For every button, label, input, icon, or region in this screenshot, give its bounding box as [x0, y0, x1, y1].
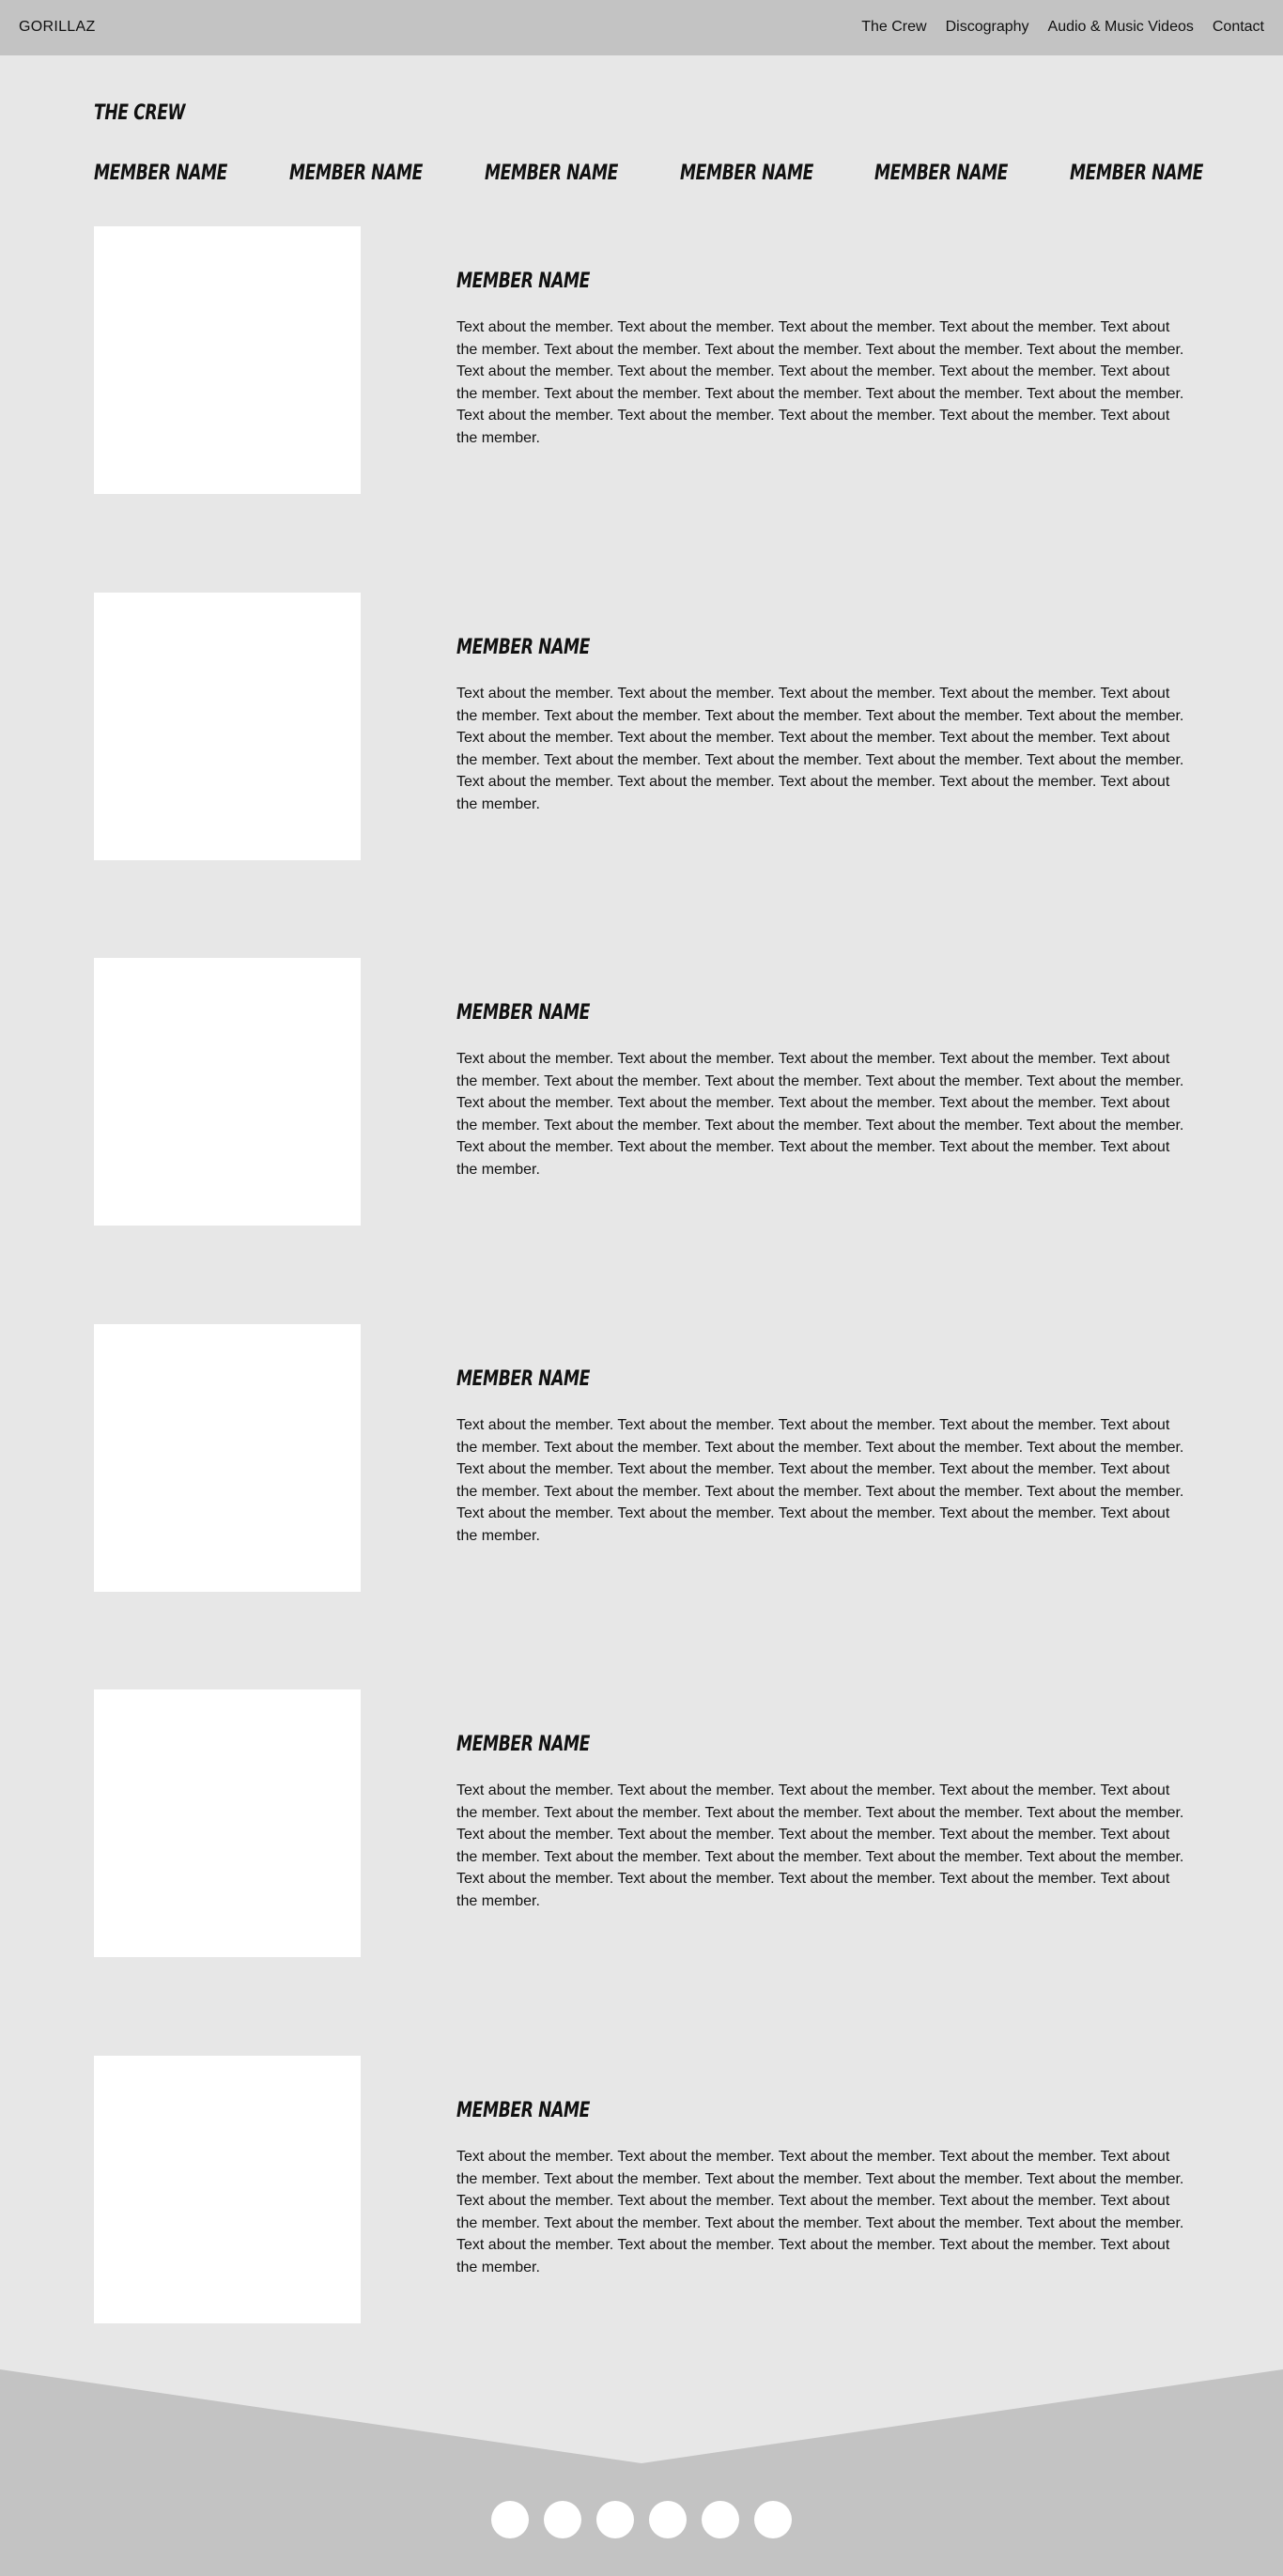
strip-member-6[interactable]: MEMBER NAME: [1070, 162, 1203, 185]
member-name: MEMBER NAME: [456, 1367, 591, 1391]
member-card: MEMBER NAME Text about the member. Text …: [94, 593, 1189, 860]
member-name: MEMBER NAME: [456, 1733, 591, 1756]
strip-member-3[interactable]: MEMBER NAME: [485, 162, 618, 185]
strip-member-2[interactable]: MEMBER NAME: [289, 162, 423, 185]
member-photo-placeholder: [94, 226, 361, 494]
member-photo-placeholder: [94, 1689, 361, 1957]
nav-link-audio-music-videos[interactable]: Audio & Music Videos: [1048, 19, 1194, 36]
top-navbar: GORILLAZ The Crew Discography Audio & Mu…: [0, 0, 1283, 55]
member-card: MEMBER NAME Text about the member. Text …: [94, 2056, 1189, 2323]
section-title: THE CREW: [94, 101, 186, 125]
member-card: MEMBER NAME Text about the member. Text …: [94, 226, 1189, 494]
social-icon-1[interactable]: [491, 2501, 529, 2538]
nav-link-contact[interactable]: Contact: [1213, 19, 1264, 36]
footer-chevron-shape: [0, 2369, 1283, 2576]
member-bio: Text about the member. Text about the me…: [456, 1782, 1184, 1909]
member-card: MEMBER NAME Text about the member. Text …: [94, 1324, 1189, 1592]
social-icon-6[interactable]: [754, 2501, 792, 2538]
member-card: MEMBER NAME Text about the member. Text …: [94, 1689, 1189, 1957]
social-icon-4[interactable]: [649, 2501, 687, 2538]
member-photo-placeholder: [94, 1324, 361, 1592]
member-bio: Text about the member. Text about the me…: [456, 319, 1184, 446]
social-icons-row: [491, 2501, 792, 2538]
social-icon-2[interactable]: [544, 2501, 581, 2538]
nav-link-the-crew[interactable]: The Crew: [861, 19, 926, 36]
brand-logo[interactable]: GORILLAZ: [19, 19, 96, 36]
member-name: MEMBER NAME: [456, 270, 591, 293]
strip-member-1[interactable]: MEMBER NAME: [94, 162, 227, 185]
member-photo-placeholder: [94, 593, 361, 860]
social-icon-5[interactable]: [702, 2501, 739, 2538]
nav-links: The Crew Discography Audio & Music Video…: [842, 19, 1264, 36]
member-name-strip: MEMBER NAME MEMBER NAME MEMBER NAME MEMB…: [94, 162, 1203, 190]
member-photo-placeholder: [94, 2056, 361, 2323]
strip-member-5[interactable]: MEMBER NAME: [874, 162, 1008, 185]
member-bio: Text about the member. Text about the me…: [456, 1417, 1184, 1544]
member-card: MEMBER NAME Text about the member. Text …: [94, 958, 1189, 1226]
member-bio: Text about the member. Text about the me…: [456, 2149, 1184, 2275]
member-photo-placeholder: [94, 958, 361, 1226]
member-name: MEMBER NAME: [456, 2099, 591, 2122]
social-icon-3[interactable]: [596, 2501, 634, 2538]
member-name: MEMBER NAME: [456, 636, 591, 659]
member-name: MEMBER NAME: [456, 1001, 591, 1025]
member-bio: Text about the member. Text about the me…: [456, 686, 1184, 812]
member-bio: Text about the member. Text about the me…: [456, 1051, 1184, 1178]
nav-link-discography[interactable]: Discography: [946, 19, 1029, 36]
footer: [0, 2369, 1283, 2576]
strip-member-4[interactable]: MEMBER NAME: [680, 162, 813, 185]
